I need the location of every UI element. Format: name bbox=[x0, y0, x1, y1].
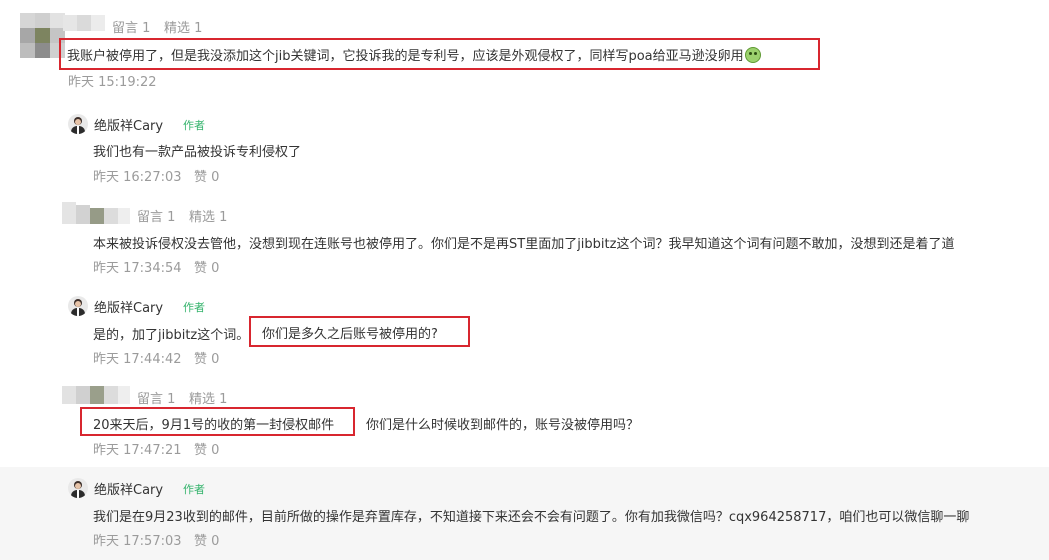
user-avatar-pixelated[interactable] bbox=[62, 202, 130, 224]
reply-text-part1: 是的，加了jibbitz这个词。 bbox=[93, 328, 250, 343]
author-tag: 作者 bbox=[183, 483, 205, 496]
author-tag: 作者 bbox=[183, 301, 205, 314]
author-name[interactable]: 绝版祥Cary bbox=[94, 115, 163, 134]
reply-time: 昨天 17:57:03 bbox=[93, 534, 182, 549]
user-name-pixelated[interactable] bbox=[63, 15, 105, 31]
like-button[interactable]: 赞 0 bbox=[194, 348, 219, 367]
reply-text: 我们也有一款产品被投诉专利侵权了 bbox=[93, 145, 302, 160]
author-avatar[interactable] bbox=[68, 296, 88, 316]
reply-time: 昨天 16:27:03 bbox=[93, 170, 182, 185]
featured-count: 精选 1 bbox=[164, 21, 203, 36]
comment-text-part1: 20来天后，9月1号的收的第一封侵权邮件 bbox=[93, 418, 335, 433]
comment-text-part2: 你们是什么时候收到邮件的，账号没被停用吗？ bbox=[366, 418, 640, 433]
user-avatar-pixelated[interactable] bbox=[62, 386, 130, 404]
comment-text: 我账户被停用了，但是我没添加这个jib关键词，它投诉我的是专利号，应该是外观侵权… bbox=[67, 45, 761, 64]
reply-text-part2: 你们是多久之后账号被停用的? bbox=[262, 327, 438, 342]
featured-count: 精选 1 bbox=[189, 210, 228, 225]
author-avatar[interactable] bbox=[68, 478, 88, 498]
comment-time: 昨天 17:47:21 bbox=[93, 443, 182, 458]
reply-count: 留言 1 bbox=[112, 21, 151, 36]
author-name[interactable]: 绝版祥Cary bbox=[94, 297, 163, 316]
comment-text: 本来被投诉侵权没去管他，没想到现在连账号也被停用了。你们是不是再ST里面加了ji… bbox=[93, 237, 955, 252]
author-tag: 作者 bbox=[183, 119, 205, 132]
like-button[interactable]: 赞 0 bbox=[194, 257, 219, 276]
reply-time: 昨天 17:44:42 bbox=[93, 352, 182, 367]
reply-count: 留言 1 bbox=[137, 392, 176, 407]
like-button[interactable]: 赞 0 bbox=[194, 166, 219, 185]
frog-emoji-icon bbox=[744, 47, 761, 63]
like-button[interactable]: 赞 0 bbox=[194, 439, 219, 458]
reply-count: 留言 1 bbox=[137, 210, 176, 225]
comment-time: 昨天 17:34:54 bbox=[93, 261, 182, 276]
comment-time: 昨天 15:19:22 bbox=[68, 75, 157, 90]
author-avatar[interactable] bbox=[68, 114, 88, 134]
like-button[interactable]: 赞 0 bbox=[194, 530, 219, 549]
reply-text: 我们是在9月23收到的邮件，目前所做的操作是弃置库存，不知道接下来还会不会有问题… bbox=[93, 510, 970, 525]
featured-count: 精选 1 bbox=[189, 392, 228, 407]
author-name[interactable]: 绝版祥Cary bbox=[94, 479, 163, 498]
